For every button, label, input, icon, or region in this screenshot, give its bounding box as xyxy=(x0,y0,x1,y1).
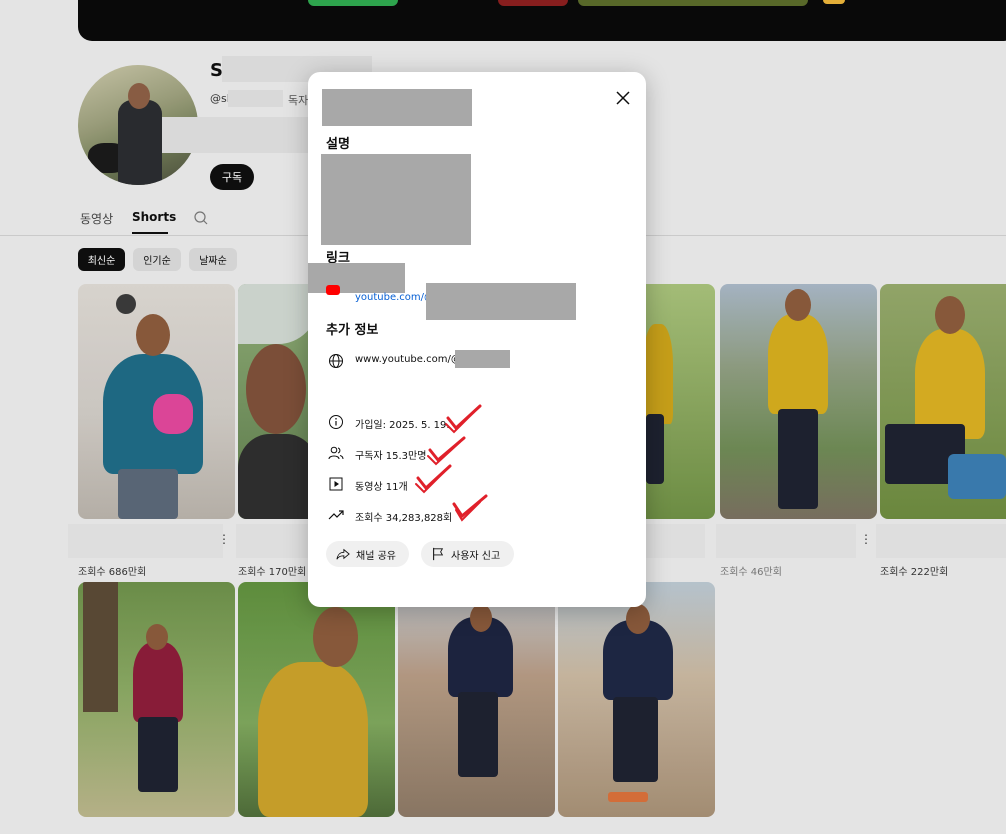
share-icon xyxy=(336,548,350,560)
report-user-label: 사용자 신고 xyxy=(451,550,501,562)
view-count: 조회수 34,283,828회 xyxy=(355,513,453,524)
video-icon xyxy=(329,477,343,491)
close-icon[interactable] xyxy=(615,90,631,106)
check-mark-icon xyxy=(415,464,452,494)
trending-icon xyxy=(328,510,344,520)
link-redacted xyxy=(426,283,576,320)
more-info-heading: 추가 정보 xyxy=(326,323,379,338)
description-heading: 설명 xyxy=(326,137,350,152)
share-channel-label: 채널 공유 xyxy=(356,550,396,562)
check-mark-icon xyxy=(452,494,488,522)
flag-icon xyxy=(433,547,444,561)
joined-date: 가입일: 2025. 5. 19. xyxy=(355,420,450,431)
video-count: 동영상 11개 xyxy=(355,482,408,493)
channel-name-redacted xyxy=(322,89,472,126)
check-mark-icon xyxy=(445,404,482,434)
website-redacted xyxy=(455,350,510,368)
info-icon xyxy=(329,415,343,429)
globe-icon xyxy=(329,354,343,368)
description-redacted xyxy=(321,154,471,245)
subscribers-icon xyxy=(328,446,344,460)
share-channel-button[interactable]: 채널 공유 xyxy=(326,541,409,567)
link-title-redacted xyxy=(308,263,405,293)
website-url[interactable]: www.youtube.com/@ xyxy=(355,354,461,365)
youtube-icon xyxy=(326,285,340,295)
subscriber-count: 구독자 15.3만명 xyxy=(355,451,427,462)
link-url[interactable]: youtube.com/@ xyxy=(355,292,434,303)
report-user-button[interactable]: 사용자 신고 xyxy=(421,541,514,567)
channel-about-dialog: 설명 링크 youtube.com/@ 추가 정보 www.youtube.co… xyxy=(308,72,646,607)
